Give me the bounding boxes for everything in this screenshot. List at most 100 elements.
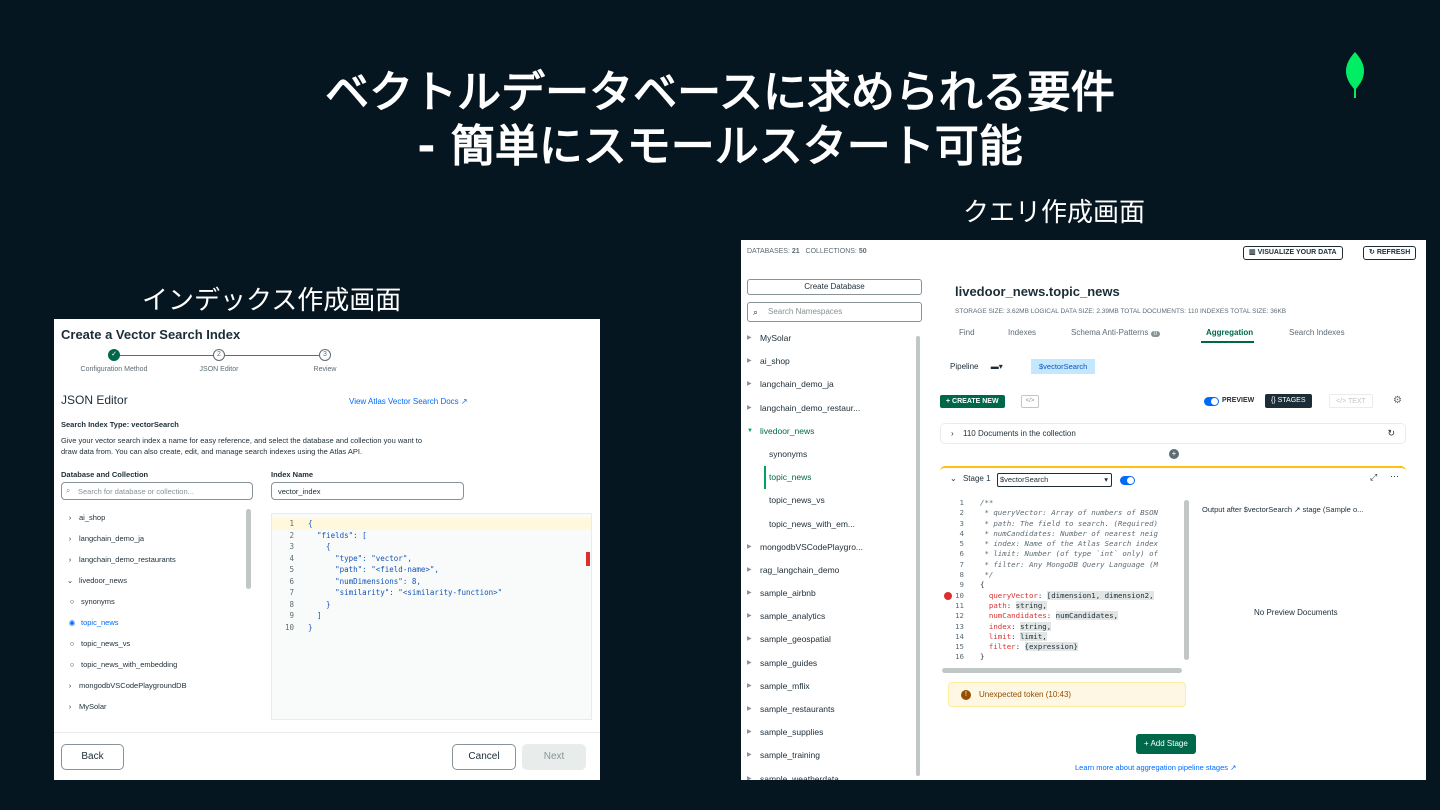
code-text: { bbox=[308, 542, 331, 551]
tree-item[interactable]: ○ synonyms bbox=[61, 591, 251, 612]
namespace-item[interactable]: ▶ rag_langchain_demo bbox=[747, 559, 917, 582]
preview-toggle[interactable] bbox=[1204, 397, 1219, 406]
namespace-label: sample_mflix bbox=[760, 680, 810, 691]
caret-right-icon: ▶ bbox=[747, 613, 752, 620]
namespace-item[interactable]: topic_news_vs bbox=[747, 489, 917, 512]
code-text: "path": "<field-name>", bbox=[308, 565, 439, 574]
index-name-label: Index Name bbox=[271, 470, 314, 479]
docs-link[interactable]: View Atlas Vector Search Docs ↗ bbox=[349, 397, 468, 406]
text-view-button[interactable]: </> TEXT bbox=[1329, 394, 1373, 408]
mongodb-leaf-icon bbox=[1345, 52, 1365, 98]
namespace-label: sample_analytics bbox=[760, 611, 826, 622]
code-hscrollbar[interactable] bbox=[942, 668, 1182, 673]
tab-search-indexes[interactable]: Search Indexes bbox=[1289, 328, 1345, 337]
namespace-search-input[interactable]: ⌕ Search Namespaces bbox=[747, 302, 922, 322]
namespace-label: topic_news bbox=[769, 472, 812, 483]
namespace-item[interactable]: ▼ livedoor_news bbox=[747, 420, 917, 443]
tree-item[interactable]: › MySolar bbox=[61, 696, 251, 717]
tab-aggregation[interactable]: Aggregation bbox=[1206, 328, 1253, 337]
namespace-label: sample_restaurants bbox=[760, 704, 835, 714]
create-database-button[interactable]: Create Database bbox=[747, 279, 922, 295]
index-name-input[interactable]: vector_index bbox=[271, 482, 464, 500]
chevron-down-icon[interactable]: ⌄ bbox=[950, 474, 957, 483]
code-scrollbar[interactable] bbox=[1184, 500, 1189, 660]
more-options-icon[interactable]: ⋯ bbox=[1390, 471, 1399, 482]
error-text: Unexpected token (10:43) bbox=[979, 690, 1072, 699]
stage-chip[interactable]: $vectorSearch bbox=[1031, 359, 1096, 374]
visualize-button[interactable]: ▥ VISUALIZE YOUR DATA bbox=[1243, 246, 1343, 260]
tab-schema-label: Schema Anti-Patterns bbox=[1071, 328, 1149, 337]
json-editor[interactable]: 1{2 "fields": [3 {4 "type": "vector", 5 "… bbox=[271, 513, 592, 720]
tree-item[interactable]: ⌄ livedoor_news bbox=[61, 570, 251, 591]
refresh-icon[interactable]: ↻ bbox=[1387, 424, 1395, 443]
stage-enable-toggle[interactable] bbox=[1120, 476, 1135, 485]
namespace-item[interactable]: ▶ sample_weatherdata bbox=[747, 768, 917, 780]
code-line: 7 * filter: Any MongoDB Query Language (… bbox=[942, 560, 1182, 570]
namespace-item[interactable]: ▶ langchain_demo_ja bbox=[747, 373, 917, 396]
stage-operator-select[interactable]: $vectorSearch ▾ bbox=[997, 473, 1112, 487]
next-button[interactable]: Next bbox=[522, 744, 586, 770]
namespace-item[interactable]: ▶ sample_airbnb bbox=[747, 582, 917, 605]
namespace-item[interactable]: ▶ ai_shop bbox=[747, 350, 917, 373]
tree-item[interactable]: ◉ topic_news bbox=[61, 612, 251, 633]
namespace-label: sample_airbnb bbox=[760, 588, 816, 599]
tree-item[interactable]: ○ topic_news_with_embedding bbox=[61, 654, 251, 675]
tree-scrollbar[interactable] bbox=[246, 509, 251, 589]
caret-right-icon: ▶ bbox=[747, 706, 752, 712]
db-search-input[interactable]: ⌕ Search for database or collection... bbox=[61, 482, 253, 500]
tree-item[interactable]: › ai_shop bbox=[61, 507, 251, 528]
tab-find[interactable]: Find bbox=[959, 328, 975, 337]
tab-schema-anti-patterns[interactable]: Schema Anti-Patterns 0 bbox=[1071, 328, 1160, 337]
add-stage-button[interactable]: + Add Stage bbox=[1136, 734, 1196, 754]
code-line: 9{ bbox=[942, 580, 1182, 590]
tree-item-label: livedoor_news bbox=[79, 576, 127, 585]
tree-item[interactable]: › langchain_demo_restaurants bbox=[61, 549, 251, 570]
tree-item[interactable]: ○ topic_news_vs bbox=[61, 633, 251, 654]
namespace-item[interactable]: ▶ langchain_demo_restaur... bbox=[747, 397, 917, 420]
sidebar-scrollbar[interactable] bbox=[916, 336, 920, 776]
namespace-item[interactable]: topic_news_with_em... bbox=[747, 513, 917, 536]
namespace-item[interactable]: ▶ sample_guides bbox=[747, 652, 917, 675]
namespace-item[interactable]: synonyms bbox=[747, 443, 917, 466]
learn-more-link[interactable]: Learn more about aggregation pipeline st… bbox=[1075, 763, 1236, 772]
caption-index: インデックス作成画面 bbox=[142, 286, 402, 316]
refresh-button[interactable]: ↻ REFRESH bbox=[1363, 246, 1417, 260]
namespace-item[interactable]: ▶ sample_mflix bbox=[747, 675, 917, 698]
tree-item[interactable]: › mongodbVSCodePlaygroundDB bbox=[61, 675, 251, 696]
namespace-item[interactable]: ▶ mongodbVSCodePlaygro... bbox=[747, 536, 917, 559]
code-toggle-button[interactable]: </> bbox=[1021, 395, 1039, 408]
documents-count-bar[interactable]: › 110 Documents in the collection ↻ bbox=[940, 423, 1406, 444]
code-line: 10 queryVector: [dimension1, dimension2, bbox=[942, 590, 1182, 601]
tab-indexes[interactable]: Indexes bbox=[1008, 328, 1036, 337]
caret-right-icon: ▶ bbox=[747, 682, 752, 689]
caret-right-icon: ▶ bbox=[747, 543, 752, 550]
namespace-item[interactable]: ▶ sample_analytics bbox=[747, 605, 917, 628]
stage-code-editor[interactable]: 1/** 2 * queryVector: Array of numbers of… bbox=[942, 498, 1182, 666]
settings-gear-icon[interactable]: ⚙ bbox=[1393, 395, 1402, 406]
code-text: } bbox=[308, 599, 331, 609]
namespace-search-placeholder: Search Namespaces bbox=[768, 307, 843, 316]
refresh-label: REFRESH bbox=[1376, 249, 1411, 256]
folder-icon[interactable]: ▬▾ bbox=[991, 362, 1003, 371]
line-number: 1 bbox=[959, 498, 964, 507]
back-button[interactable]: Back bbox=[61, 744, 124, 770]
search-icon: ⌕ bbox=[66, 486, 71, 495]
namespace-item[interactable]: topic_news bbox=[747, 466, 917, 490]
namespace-item[interactable]: ▶ sample_restaurants bbox=[747, 698, 917, 721]
code-line: 3 * path: The field to search. (Required… bbox=[942, 519, 1182, 529]
namespace-item[interactable]: ▶ MySolar bbox=[747, 327, 917, 350]
tree-item[interactable]: › langchain_demo_ja bbox=[61, 528, 251, 549]
cancel-button[interactable]: Cancel bbox=[452, 744, 516, 770]
code-line: 8 } bbox=[272, 599, 591, 611]
create-new-button[interactable]: + CREATE NEW bbox=[940, 395, 1005, 408]
namespace-item[interactable]: ▶ sample_training bbox=[747, 744, 917, 767]
code-text: * queryVector: Array of numbers of BSON bbox=[980, 508, 1158, 518]
chevron-right-icon: › bbox=[951, 429, 954, 438]
stages-view-button[interactable]: {} STAGES bbox=[1265, 394, 1312, 408]
namespace-item[interactable]: ▶ sample_geospatial bbox=[747, 628, 917, 651]
expand-icon[interactable]: ⤢ bbox=[1370, 472, 1377, 483]
namespace-item[interactable]: ▶ sample_supplies bbox=[747, 721, 917, 744]
add-stage-plus-icon[interactable]: + bbox=[1169, 449, 1179, 459]
code-line: 7 "similarity": "<similarity-function>" bbox=[272, 587, 591, 599]
description-line1: Give your vector search index a name for… bbox=[61, 436, 423, 445]
